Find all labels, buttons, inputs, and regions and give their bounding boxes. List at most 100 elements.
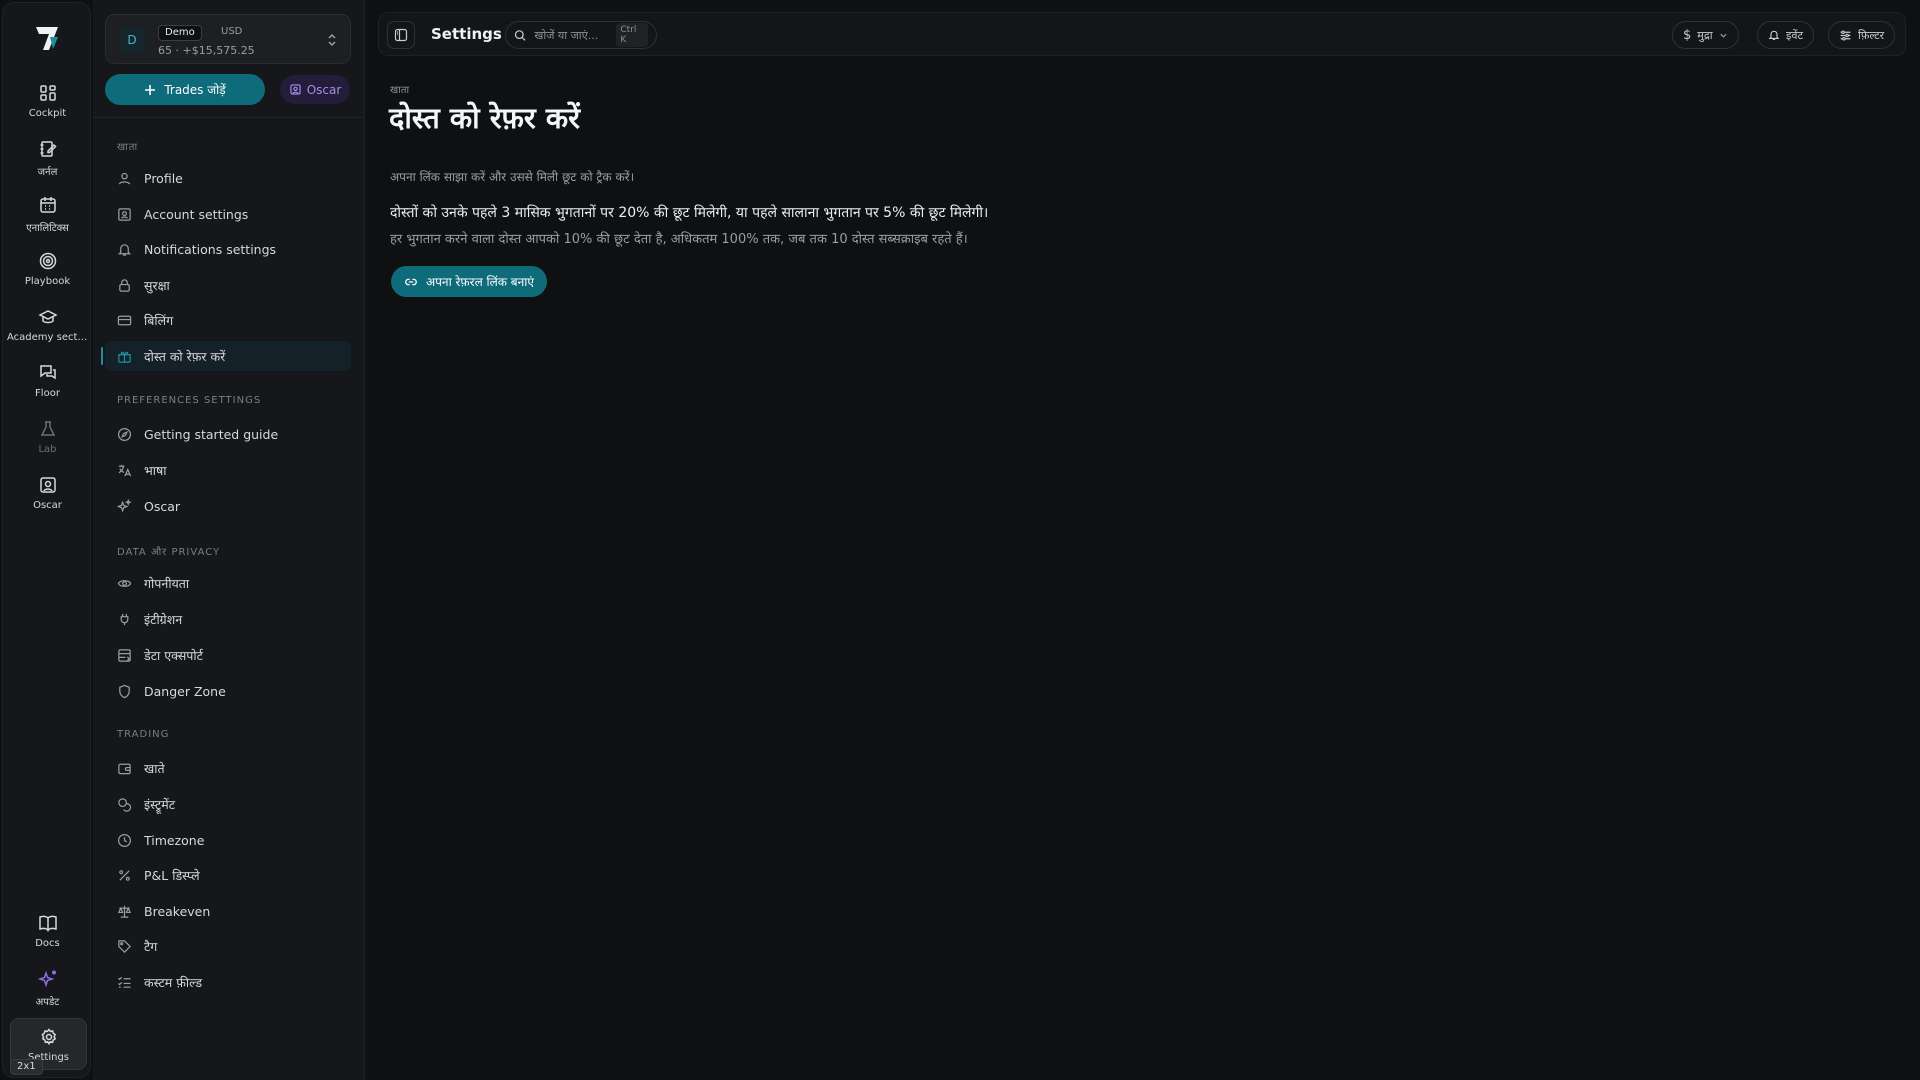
sidebar-item-label: सुरक्षा	[144, 277, 170, 293]
add-trades-label: Trades जोड़ें	[164, 83, 226, 97]
sidebar-item-oscar[interactable]: Oscar	[105, 491, 351, 521]
sidebar-item-label: इंस्ट्रूमेंट	[144, 796, 176, 812]
sidebar-item-label: इंटीग्रेशन	[144, 611, 183, 627]
sidebar-item-danger-zone[interactable]: Danger Zone	[105, 676, 351, 706]
calendar-icon	[39, 197, 56, 213]
lock-icon	[119, 278, 130, 292]
currency-selector[interactable]: $ मुद्रा	[1672, 21, 1739, 49]
rail-label: Lab	[38, 444, 57, 455]
rail-item-journal[interactable]: जर्नल	[3, 139, 92, 195]
sidebar-item-custom-fields[interactable]: कस्टम फ़ील्ड	[105, 967, 351, 997]
sidebar-item-label: बिलिंग	[144, 312, 174, 328]
section-label-trading: Trading	[117, 729, 170, 740]
sidebar-item-privacy[interactable]: गोपनीयता	[105, 568, 351, 598]
sidebar-item-security[interactable]: सुरक्षा	[105, 270, 351, 300]
breadcrumb: खाता	[390, 85, 410, 96]
target-icon	[39, 252, 56, 270]
sidebar-item-tags[interactable]: टैग	[105, 931, 351, 961]
link-icon	[405, 278, 417, 285]
sidebar-item-label: Getting started guide	[144, 426, 279, 442]
eye-icon	[117, 579, 132, 587]
percent-icon	[119, 869, 130, 881]
rail-item-playbook[interactable]: Playbook	[3, 251, 92, 307]
sidebar-item-label: गोपनीयता	[144, 575, 190, 591]
sidebar-item-getting-started[interactable]: Getting started guide	[105, 419, 351, 449]
scale-icon	[117, 905, 132, 918]
grid-icon	[39, 85, 56, 101]
account-balance: 65 · +$15,575.25	[158, 44, 255, 57]
sidebar-item-label: कस्टम फ़ील्ड	[144, 974, 203, 990]
rail-label: अपडेट	[35, 997, 60, 1008]
rail-item-floor[interactable]: Floor	[3, 363, 92, 419]
clock-icon	[117, 833, 132, 847]
rail-label: Academy secti...	[7, 332, 90, 343]
app-logo-icon[interactable]	[31, 21, 65, 55]
search-box[interactable]: Ctrl K	[505, 21, 657, 49]
sparkles-icon	[117, 498, 132, 513]
chevron-down-icon	[1719, 33, 1727, 38]
sidebar-item-billing[interactable]: बिलिंग	[105, 305, 351, 335]
sidebar-item-accounts[interactable]: खाते	[105, 753, 351, 783]
section-label-data-privacy: Data और privacy	[117, 547, 221, 558]
rail-item-docs[interactable]: Docs	[3, 913, 92, 969]
sliders-icon	[1840, 29, 1851, 41]
bell-icon	[1768, 30, 1780, 41]
sidebar-toggle-button[interactable]	[387, 21, 415, 49]
sidebar-item-instruments[interactable]: इंस्ट्रूमेंट	[105, 789, 351, 819]
chevron-up-down-icon	[328, 33, 336, 47]
search-icon	[514, 29, 526, 41]
sidebar-item-breakeven[interactable]: Breakeven	[105, 896, 351, 926]
sidebar-item-pnl-display[interactable]: P&L डिस्प्ले	[105, 860, 351, 890]
rail-label: Playbook	[24, 276, 71, 287]
rail-item-academy[interactable]: Academy secti...	[3, 307, 92, 363]
sparkles-icon	[37, 970, 56, 988]
rail-item-oscar[interactable]: Oscar	[3, 475, 92, 531]
section-label-account: खाता	[117, 142, 139, 153]
sidebar-divider	[93, 117, 365, 118]
referral-offer-text: दोस्तों को उनके पहले 3 मासिक भुगतानों पर…	[390, 205, 989, 221]
create-referral-link-button[interactable]: अपना रेफ़रल लिंक बनाएं	[391, 266, 547, 297]
flask-icon	[40, 421, 55, 436]
oscar-portrait-icon	[39, 477, 56, 493]
sidebar-item-label: Profile	[144, 170, 183, 186]
translate-icon	[118, 464, 132, 476]
rail-item-cockpit[interactable]: Cockpit	[3, 83, 92, 139]
sidebar-item-data-export[interactable]: डेटा एक्सपोर्ट	[105, 640, 351, 670]
icon-rail: Cockpit जर्नल एनालिटिक्स Playbook Academ…	[2, 2, 91, 1078]
journal-edit-icon	[40, 141, 57, 157]
search-input[interactable]	[534, 28, 609, 42]
gear-icon	[40, 1028, 56, 1046]
account-switcher[interactable]: D Demo USD 65 · +$15,575.25	[105, 14, 351, 64]
sidebar-item-account-settings[interactable]: Account settings	[105, 199, 351, 229]
sidebar-item-language[interactable]: भाषा	[105, 455, 351, 485]
sidebar-item-label: Danger Zone	[144, 683, 226, 699]
sidebar-item-profile[interactable]: Profile	[105, 163, 351, 193]
sidebar-item-label: Breakeven	[144, 903, 211, 919]
sidebar-item-label: खाते	[144, 760, 165, 776]
account-avatar: D	[118, 26, 146, 54]
oscar-button[interactable]: Oscar	[280, 75, 350, 104]
sidebar-item-notifications[interactable]: Notifications settings	[105, 234, 351, 264]
rail-label: Docs	[35, 938, 60, 949]
filter-label: फ़िल्टर	[1858, 28, 1885, 42]
sidebar-item-integrations[interactable]: इंटीग्रेशन	[105, 604, 351, 634]
credit-card-icon	[117, 315, 132, 325]
rail-label: जर्नल	[37, 167, 58, 178]
filter-button[interactable]: फ़िल्टर	[1828, 21, 1896, 49]
sidebar-item-refer-friend[interactable]: दोस्त को रेफ़र करें	[101, 341, 351, 371]
events-button[interactable]: इवेंट	[1757, 21, 1815, 49]
sidebar-item-timezone[interactable]: Timezone	[105, 825, 351, 855]
events-label: इवेंट	[1786, 28, 1804, 42]
rail-item-lab[interactable]: Lab	[3, 419, 92, 475]
section-label-preferences: Preferences settings	[117, 395, 262, 406]
list-checks-icon	[117, 976, 131, 988]
sidebar-item-label: P&L डिस्प्ले	[144, 867, 200, 883]
plus-icon	[145, 84, 156, 95]
rail-item-analytics[interactable]: एनालिटिक्स	[3, 195, 92, 251]
tag-icon	[118, 939, 131, 953]
sidebar-item-label: भाषा	[144, 462, 167, 478]
shield-icon	[119, 684, 130, 698]
page-title: Settings	[431, 25, 502, 43]
add-trades-button[interactable]: Trades जोड़ें	[105, 74, 265, 105]
rail-item-updates[interactable]: अपडेट	[3, 969, 92, 1025]
